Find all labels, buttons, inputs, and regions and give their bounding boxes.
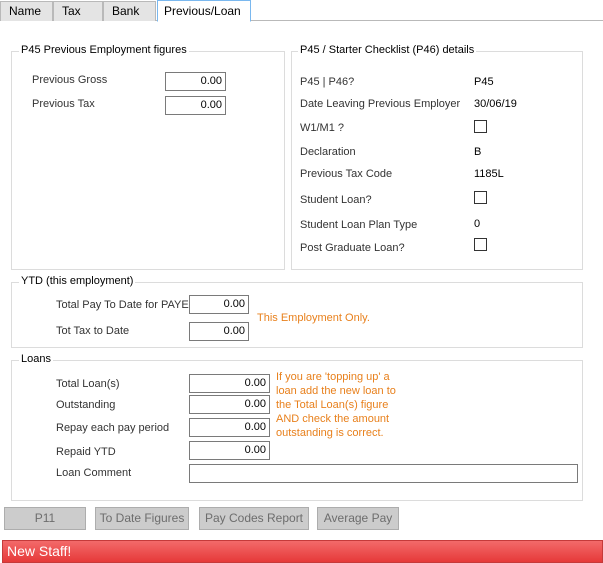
total-pay-label: Total Pay To Date for PAYE bbox=[56, 299, 189, 311]
total-loans-input[interactable]: 0.00 bbox=[189, 374, 270, 393]
post-grad-loan-checkbox[interactable] bbox=[474, 238, 487, 251]
tab-bar: Name Tax Bank Previous/Loan bbox=[0, 0, 603, 22]
average-pay-button[interactable]: Average Pay bbox=[317, 507, 399, 530]
previous-tax-code-label: Previous Tax Code bbox=[300, 168, 393, 180]
student-loan-label: Student Loan? bbox=[300, 194, 372, 206]
date-leaving-value[interactable]: 30/06/19 bbox=[474, 97, 517, 111]
p11-button[interactable]: P11 bbox=[4, 507, 86, 530]
previous-tax-code-value[interactable]: 1185L bbox=[474, 167, 504, 181]
declaration-label: Declaration bbox=[300, 146, 356, 158]
loan-note-line-3: the Total Loan(s) figure bbox=[276, 399, 389, 411]
p45-p46-label: P45 | P46? bbox=[300, 76, 355, 88]
w1m1-label: W1/M1 ? bbox=[300, 122, 345, 134]
repaid-ytd-label: Repaid YTD bbox=[56, 446, 116, 458]
total-loans-label: Total Loan(s) bbox=[56, 378, 120, 390]
total-pay-input[interactable]: 0.00 bbox=[189, 295, 249, 314]
loans-group-title: Loans bbox=[19, 353, 53, 366]
p45-p46-value[interactable]: P45 bbox=[474, 75, 494, 89]
previous-gross-input[interactable]: 0.00 bbox=[165, 72, 226, 91]
to-date-figures-button[interactable]: To Date Figures bbox=[95, 507, 189, 530]
loan-note-line-2: loan add the new loan to bbox=[276, 385, 396, 397]
tot-tax-input[interactable]: 0.00 bbox=[189, 322, 249, 341]
loan-note-line-4: AND check the amount bbox=[276, 413, 390, 425]
previous-tax-input[interactable]: 0.00 bbox=[165, 96, 226, 115]
w1m1-checkbox[interactable] bbox=[474, 120, 487, 133]
student-loan-plan-value[interactable]: 0 bbox=[474, 217, 480, 231]
repay-each-period-input[interactable]: 0.00 bbox=[189, 418, 270, 437]
tot-tax-label: Tot Tax to Date bbox=[56, 325, 130, 337]
starter-group-title: P45 / Starter Checklist (P46) details bbox=[298, 44, 477, 57]
tab-previous-loan[interactable]: Previous/Loan bbox=[157, 0, 251, 22]
ytd-group-title: YTD (this employment) bbox=[19, 275, 136, 288]
outstanding-input[interactable]: 0.00 bbox=[189, 395, 270, 414]
ytd-note: This Employment Only. bbox=[257, 312, 370, 324]
repaid-ytd-input[interactable]: 0.00 bbox=[189, 441, 270, 460]
pay-codes-report-button[interactable]: Pay Codes Report bbox=[199, 507, 309, 530]
post-grad-loan-label: Post Graduate Loan? bbox=[300, 242, 405, 254]
student-loan-plan-label: Student Loan Plan Type bbox=[300, 219, 418, 231]
tab-bank[interactable]: Bank bbox=[103, 1, 156, 21]
tab-name[interactable]: Name bbox=[0, 1, 53, 21]
loan-note-line-5: outstanding is correct. bbox=[276, 427, 384, 439]
previous-gross-label: Previous Gross bbox=[32, 74, 108, 86]
declaration-value[interactable]: B bbox=[474, 145, 481, 159]
date-leaving-label: Date Leaving Previous Employer bbox=[300, 98, 461, 110]
loan-comment-label: Loan Comment bbox=[56, 467, 132, 479]
outstanding-label: Outstanding bbox=[56, 399, 116, 411]
loan-comment-input[interactable] bbox=[189, 464, 578, 483]
tab-tax[interactable]: Tax bbox=[53, 1, 103, 21]
p45-group-title: P45 Previous Employment figures bbox=[19, 44, 189, 57]
student-loan-checkbox[interactable] bbox=[474, 191, 487, 204]
loan-note-line-1: If you are 'topping up' a bbox=[276, 371, 390, 383]
status-banner: New Staff! bbox=[2, 540, 603, 563]
repay-each-period-label: Repay each pay period bbox=[56, 422, 170, 434]
previous-tax-label: Previous Tax bbox=[32, 98, 95, 110]
